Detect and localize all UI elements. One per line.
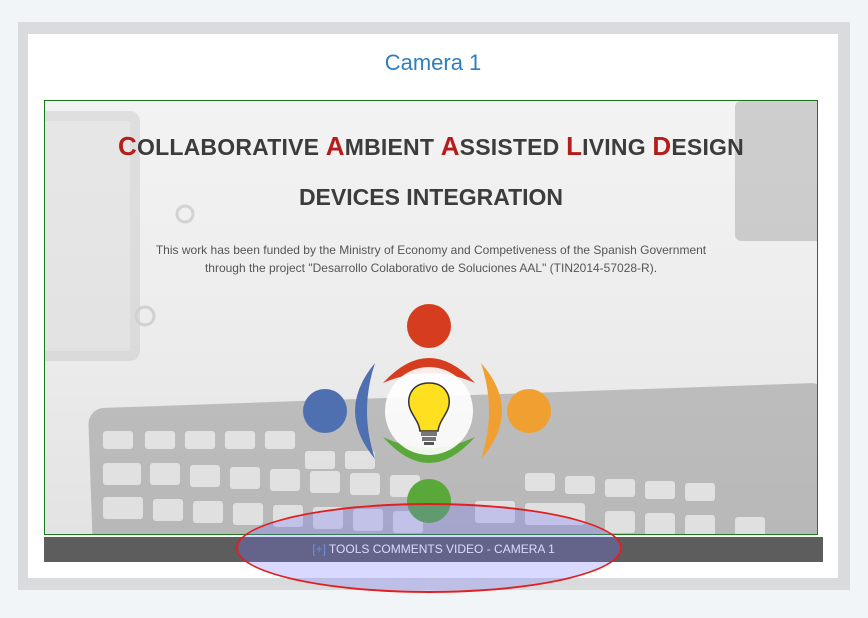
slide-funding-text: This work has been funded by the Ministr… bbox=[105, 241, 757, 277]
slide-title-cap-3: A bbox=[440, 131, 460, 161]
slide-title-word-2: MBIENT bbox=[344, 134, 441, 160]
funding-line-2: through the project "Desarrollo Colabora… bbox=[204, 261, 658, 275]
slide-title-word-4: IVING bbox=[582, 134, 653, 160]
slide-title-cap-5: D bbox=[652, 131, 672, 161]
highlight-ellipse bbox=[236, 503, 622, 593]
slide-title: COLLABORATIVE AMBIENT ASSISTED LIVING DE… bbox=[45, 131, 817, 162]
slide-title-cap-1: C bbox=[118, 131, 138, 161]
funding-line-1: This work has been funded by the Ministr… bbox=[155, 243, 707, 257]
video-background-scene bbox=[45, 101, 817, 534]
panel-title: Camera 1 bbox=[384, 50, 482, 75]
slide-title-word-1: OLLABORATIVE bbox=[137, 134, 326, 160]
page: Camera 1 COLLABORATIVE AMBIENT ASSISTED … bbox=[0, 0, 868, 618]
slide-title-word-3: SSISTED bbox=[459, 134, 567, 160]
slide-subtitle: DEVICES INTEGRATION bbox=[298, 184, 564, 210]
camera-video[interactable]: COLLABORATIVE AMBIENT ASSISTED LIVING DE… bbox=[44, 100, 818, 535]
slide-title-cap-4: L bbox=[566, 131, 583, 161]
slide-title-cap-2: A bbox=[325, 131, 345, 161]
slide-title-word-5: ESIGN bbox=[671, 134, 744, 160]
